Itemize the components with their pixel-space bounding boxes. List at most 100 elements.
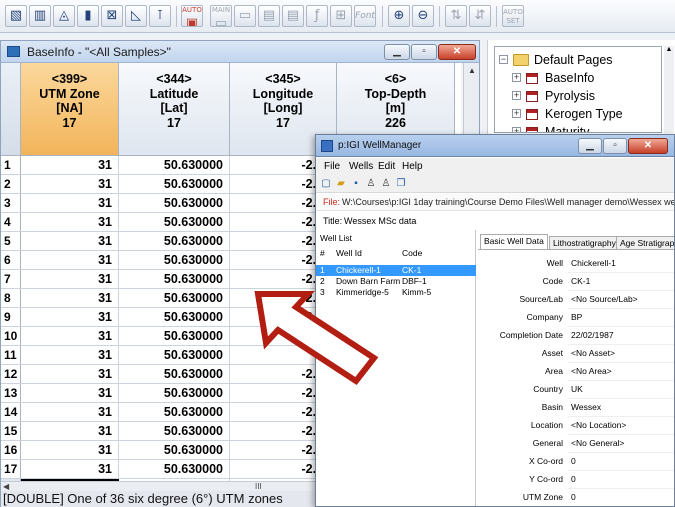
tree-item-baseinfo[interactable]: + BaseInfo (495, 69, 661, 87)
tab-basic-well-data[interactable]: Basic Well Data (480, 234, 548, 249)
cross-plot-icon[interactable]: ⊠ (101, 5, 123, 27)
sort-ascending-icon[interactable]: ⇅ (445, 5, 467, 27)
table-cell[interactable]: 50.630000 (119, 175, 230, 193)
list-icon[interactable]: ▤ (282, 5, 304, 27)
auto-set-button[interactable]: AUTO SET (502, 5, 524, 27)
field-value[interactable]: <No Area> (568, 362, 674, 381)
table-cell[interactable]: 50.630000 (119, 213, 230, 231)
row-number[interactable]: 8 (1, 289, 21, 307)
table-cell[interactable]: 50.630000 (119, 289, 230, 307)
row-number[interactable]: 12 (1, 365, 21, 383)
row-number[interactable]: 10 (1, 327, 21, 345)
field-value[interactable]: 0 (568, 470, 674, 489)
pin-icon[interactable]: ⊺ (149, 5, 171, 27)
field-value[interactable]: 0 (568, 488, 674, 506)
table-cell[interactable]: 31 (21, 213, 119, 231)
scroll-left-icon[interactable]: ◀ (3, 482, 9, 491)
field-value[interactable]: <No Source/Lab> (568, 290, 674, 309)
close-button[interactable]: ✕ (438, 44, 476, 60)
row-number[interactable]: 16 (1, 441, 21, 459)
add-well-icon[interactable]: ♙ (365, 178, 377, 190)
table-cell[interactable]: 50.630000 (119, 403, 230, 421)
table-cell[interactable]: 31 (21, 441, 119, 459)
function-icon[interactable]: ƒ (306, 5, 328, 27)
tree-item-maturity[interactable]: + Maturity (495, 123, 661, 132)
row-number[interactable]: 3 (1, 194, 21, 212)
table-cell[interactable]: 31 (21, 175, 119, 193)
sort-descending-icon[interactable]: ⇵ (469, 5, 491, 27)
page-icon[interactable]: ▤ (258, 5, 280, 27)
field-value[interactable]: 0 (568, 452, 674, 471)
zoom-out-icon[interactable]: ⊖ (412, 5, 434, 27)
row-number[interactable]: 14 (1, 403, 21, 421)
table-cell[interactable]: 50.630000 (119, 460, 230, 478)
row-number[interactable]: 6 (1, 251, 21, 269)
field-value[interactable]: CK-1 (568, 272, 674, 291)
tree-item-default-pages[interactable]: − Default Pages (495, 51, 661, 69)
wm-minimize-button[interactable]: ▁ (578, 138, 602, 154)
field-value[interactable]: Wessex (568, 398, 674, 417)
table-cell[interactable]: 31 (21, 194, 119, 212)
baseinfo-titlebar[interactable]: BaseInfo - "<All Samples>" ▁ ▫ ✕ (1, 41, 479, 63)
wm-maximize-button[interactable]: ▫ (603, 138, 627, 154)
table-cell[interactable]: 31 (21, 384, 119, 402)
column-header-utm-zone[interactable]: <399> UTM Zone [NA] 17 (21, 63, 119, 156)
table-cell[interactable]: 31 (21, 156, 119, 174)
expand-icon[interactable]: + (512, 91, 521, 100)
histogram-icon[interactable]: ▮ (77, 5, 99, 27)
table-cell[interactable]: 50.630000 (119, 346, 230, 364)
line-chart-icon[interactable]: ◺ (125, 5, 147, 27)
save-icon[interactable]: ▪ (350, 178, 362, 190)
frame-icon[interactable]: ▭ (234, 5, 256, 27)
wellmanager-titlebar[interactable]: p:IGI WellManager ▁ ▫ ✕ (316, 135, 674, 157)
row-number[interactable]: 13 (1, 384, 21, 402)
row-number[interactable]: 11 (1, 346, 21, 364)
table-cell[interactable]: 31 (21, 289, 119, 307)
open-folder-icon[interactable]: ▰ (335, 178, 347, 190)
table-cell[interactable]: 50.630000 (119, 308, 230, 326)
row-number[interactable]: 15 (1, 422, 21, 440)
field-value[interactable]: UK (568, 380, 674, 399)
main-page-button[interactable]: MAIN ▭ (210, 5, 232, 27)
table-cell[interactable]: 50.630000 (119, 270, 230, 288)
tree-item-kerogen-type[interactable]: + Kerogen Type (495, 105, 661, 123)
row-number[interactable]: 9 (1, 308, 21, 326)
column-header-latitude[interactable]: <344> Latitude [Lat] 17 (119, 63, 230, 156)
field-value[interactable]: 22/02/1987 (568, 326, 674, 345)
expand-icon[interactable]: + (512, 73, 521, 82)
table-cell[interactable]: 31 (21, 346, 119, 364)
scroll-up-icon[interactable]: ▲ (464, 63, 480, 79)
row-number[interactable]: 4 (1, 213, 21, 231)
table-cell[interactable]: 31 (21, 251, 119, 269)
triangle-plot-icon[interactable]: ◬ (53, 5, 75, 27)
menu-wells[interactable]: Wells (349, 161, 373, 172)
table-cell[interactable]: 31 (21, 327, 119, 345)
menu-help[interactable]: Help (402, 161, 423, 172)
grid-corner[interactable] (1, 63, 21, 156)
table-cell[interactable]: 50.630000 (119, 422, 230, 440)
field-value[interactable]: Chickerell-1 (568, 254, 674, 273)
field-value[interactable]: <No General> (568, 434, 674, 453)
maximize-button[interactable]: ▫ (411, 44, 437, 60)
table-cell[interactable]: 31 (21, 270, 119, 288)
wm-close-button[interactable]: ✕ (628, 138, 668, 154)
table-cell[interactable]: 50.630000 (119, 384, 230, 402)
table-cell[interactable]: 31 (21, 403, 119, 421)
remove-well-icon[interactable]: ♙ (380, 178, 392, 190)
bar-chart-icon[interactable]: ▥ (29, 5, 51, 27)
table-cell[interactable]: 50.630000 (119, 327, 230, 345)
menu-edit[interactable]: Edit (378, 161, 395, 172)
font-button[interactable]: Font (354, 5, 376, 27)
expand-icon[interactable]: + (512, 127, 521, 132)
new-icon[interactable]: ▢ (320, 178, 332, 190)
table-cell[interactable]: 50.630000 (119, 156, 230, 174)
tab-age-stratigraphy[interactable]: Age Stratigraph (616, 236, 674, 249)
tree-scrollbar[interactable]: ▲ (664, 46, 674, 133)
row-number[interactable]: 2 (1, 175, 21, 193)
table-icon[interactable]: ⊞ (330, 5, 352, 27)
menu-file[interactable]: File (324, 161, 340, 172)
auto-layout-button[interactable]: AUTO ▣ (181, 5, 203, 27)
collapse-icon[interactable]: − (499, 55, 508, 64)
tree-item-pyrolysis[interactable]: + Pyrolysis (495, 87, 661, 105)
copy-icon[interactable]: ❐ (395, 178, 407, 190)
